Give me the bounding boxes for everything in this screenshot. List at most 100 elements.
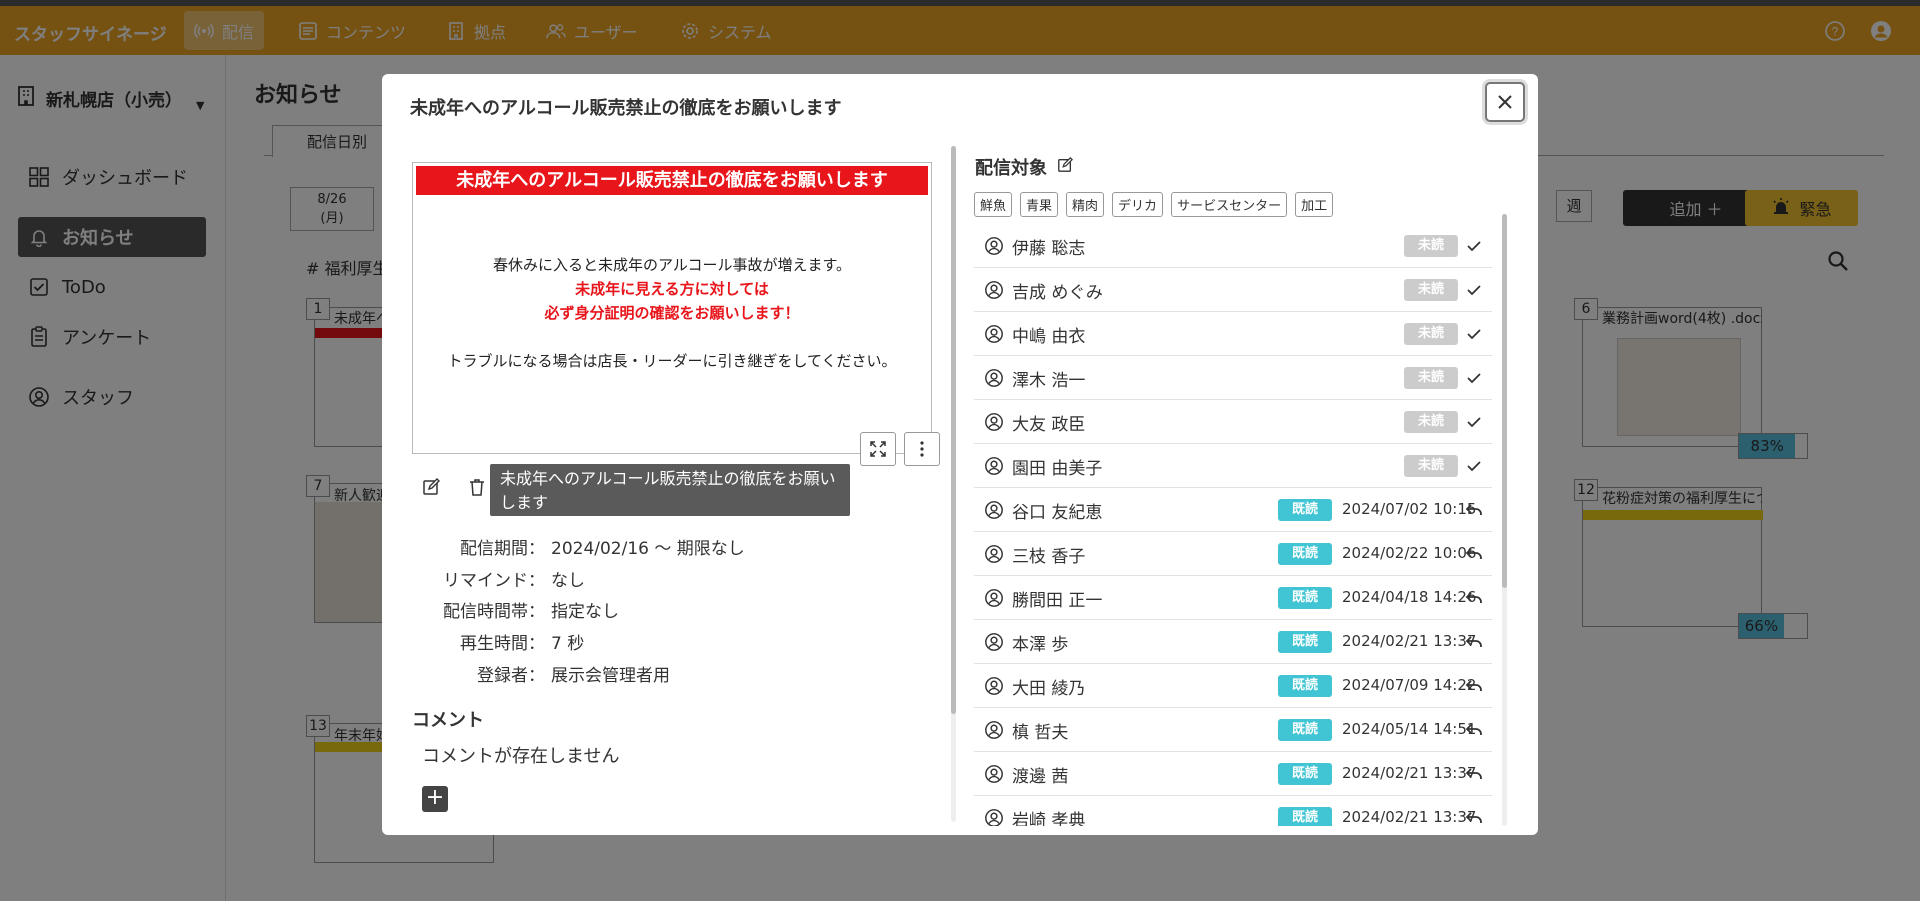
check-icon[interactable] [1464, 456, 1484, 476]
user-row[interactable]: 槙 哲夫 既読 2024/05/14 14:51 [974, 708, 1492, 752]
undo-icon[interactable] [1464, 632, 1484, 652]
user-name: 谷口 友紀恵 [1012, 503, 1103, 523]
check-icon[interactable] [1464, 324, 1484, 344]
tag-chip: 鮮魚 [974, 192, 1013, 217]
left-scrollbar[interactable] [951, 146, 956, 822]
user-icon [984, 456, 1004, 476]
read-status-badge: 既読 [1278, 807, 1332, 826]
undo-icon[interactable] [1464, 720, 1484, 740]
info-value: なし [551, 571, 585, 591]
undo-icon[interactable] [1464, 588, 1484, 608]
user-name: 伊藤 聡志 [1012, 239, 1086, 259]
info-label: 再生時間： [460, 634, 545, 654]
target-heading: 配信対象 [975, 154, 1073, 180]
info-value: 2024/02/16 〜 期限なし [551, 539, 745, 559]
user-name: 三枝 香子 [1012, 547, 1086, 567]
read-status-badge: 既読 [1278, 587, 1332, 609]
target-user-list[interactable]: 伊藤 聡志 未読 吉成 めぐみ 未読 中嶋 由衣 未読 澤木 浩一 未読 大友 政臣 未読 園田 由… [974, 224, 1500, 826]
info-row: 再生時間： 7 秒 [412, 629, 912, 661]
info-value: 指定なし [551, 602, 619, 622]
preview-line: トラブルになる場合は店長・リーダーに引き継ぎをしてください。 [447, 352, 897, 370]
check-icon[interactable] [1464, 368, 1484, 388]
read-date: 2024/02/21 13:37 [1342, 764, 1477, 782]
user-row[interactable]: 吉成 めぐみ 未読 [974, 268, 1492, 312]
read-status-badge: 未読 [1404, 367, 1458, 389]
user-row[interactable]: 渡邊 茜 既読 2024/02/21 13:37 [974, 752, 1492, 796]
user-name: 中嶋 由衣 [1012, 327, 1086, 347]
user-icon [984, 588, 1004, 608]
plus-icon: + [425, 786, 445, 810]
user-row[interactable]: 中嶋 由衣 未読 [974, 312, 1492, 356]
more-vertical-icon [920, 441, 924, 457]
info-row: 登録者： 展示会管理者用 [412, 661, 912, 693]
user-name: 澤木 浩一 [1012, 371, 1086, 391]
read-status-badge: 未読 [1404, 323, 1458, 345]
preview-line: 春休みに入ると未成年のアルコール事故が増えます。 [492, 256, 852, 274]
undo-icon[interactable] [1464, 764, 1484, 784]
trash-icon[interactable] [466, 476, 488, 498]
check-icon[interactable] [1464, 412, 1484, 432]
comment-heading: コメント [412, 710, 484, 731]
undo-icon[interactable] [1464, 544, 1484, 564]
read-status-badge: 未読 [1404, 411, 1458, 433]
user-row[interactable]: 澤木 浩一 未読 [974, 356, 1492, 400]
edit-icon[interactable] [420, 476, 442, 498]
info-value: 7 秒 [551, 634, 585, 654]
check-icon[interactable] [1464, 236, 1484, 256]
modal-title: 未成年へのアルコール販売禁止の徹底をお願いします [410, 98, 842, 119]
scrollbar-thumb[interactable] [1502, 214, 1507, 588]
read-status-badge: 既読 [1278, 719, 1332, 741]
read-status-badge: 未読 [1404, 455, 1458, 477]
tag-chip: 加工 [1295, 192, 1334, 217]
tag-chip: デリカ [1112, 192, 1164, 217]
user-row[interactable]: 大友 政臣 未読 [974, 400, 1492, 444]
user-row[interactable]: 三枝 香子 既読 2024/02/22 10:06 [974, 532, 1492, 576]
user-row[interactable]: 大田 綾乃 既読 2024/07/09 14:22 [974, 664, 1492, 708]
tag-chip: 精肉 [1066, 192, 1105, 217]
read-date: 2024/07/09 14:22 [1342, 676, 1477, 694]
preview-line-emphasis: 未成年に見える方に対しては [575, 280, 769, 298]
user-row[interactable]: 谷口 友紀恵 既読 2024/07/02 10:15 [974, 488, 1492, 532]
user-row[interactable]: 園田 由美子 未読 [974, 444, 1492, 488]
user-icon [984, 500, 1004, 520]
user-name: 園田 由美子 [1012, 459, 1103, 479]
user-row[interactable]: 勝間田 正一 既読 2024/04/18 14:26 [974, 576, 1492, 620]
tag-chip: 青果 [1020, 192, 1059, 217]
user-row[interactable]: 伊藤 聡志 未読 [974, 224, 1492, 268]
user-icon [984, 808, 1004, 826]
user-name: 大田 綾乃 [1012, 679, 1086, 699]
read-status-badge: 既読 [1278, 675, 1332, 697]
edit-icon[interactable] [1057, 156, 1073, 178]
read-date: 2024/07/02 10:15 [1342, 500, 1477, 518]
right-scrollbar[interactable] [1502, 214, 1507, 826]
fullscreen-button[interactable] [860, 432, 896, 466]
scrollbar-thumb[interactable] [951, 146, 956, 714]
read-status-badge: 既読 [1278, 763, 1332, 785]
user-icon [984, 764, 1004, 784]
read-status-badge: 未読 [1404, 279, 1458, 301]
add-comment-button[interactable]: + [422, 786, 448, 812]
undo-icon[interactable] [1464, 808, 1484, 826]
user-icon [984, 324, 1004, 344]
user-row[interactable]: 岩崎 孝典 既読 2024/02/21 13:37 [974, 796, 1492, 826]
read-date: 2024/05/14 14:51 [1342, 720, 1477, 738]
comment-empty-text: コメントが存在しません [422, 746, 620, 767]
more-options-button[interactable] [904, 432, 940, 466]
user-icon [984, 720, 1004, 740]
target-heading-label: 配信対象 [975, 158, 1047, 179]
user-row[interactable]: 本澤 歩 既読 2024/02/21 13:37 [974, 620, 1492, 664]
undo-icon[interactable] [1464, 500, 1484, 520]
user-icon [984, 632, 1004, 652]
read-status-badge: 既読 [1278, 499, 1332, 521]
user-name: 岩崎 孝典 [1012, 811, 1086, 826]
check-icon[interactable] [1464, 280, 1484, 300]
user-name: 本澤 歩 [1012, 635, 1069, 655]
user-icon [984, 676, 1004, 696]
undo-icon[interactable] [1464, 676, 1484, 696]
close-button[interactable] [1485, 82, 1525, 122]
user-name: 勝間田 正一 [1012, 591, 1103, 611]
info-label: 登録者： [477, 666, 545, 686]
info-label: 配信時間帯： [443, 602, 545, 622]
user-name: 渡邊 茜 [1012, 767, 1069, 787]
read-date: 2024/02/21 13:37 [1342, 808, 1477, 826]
